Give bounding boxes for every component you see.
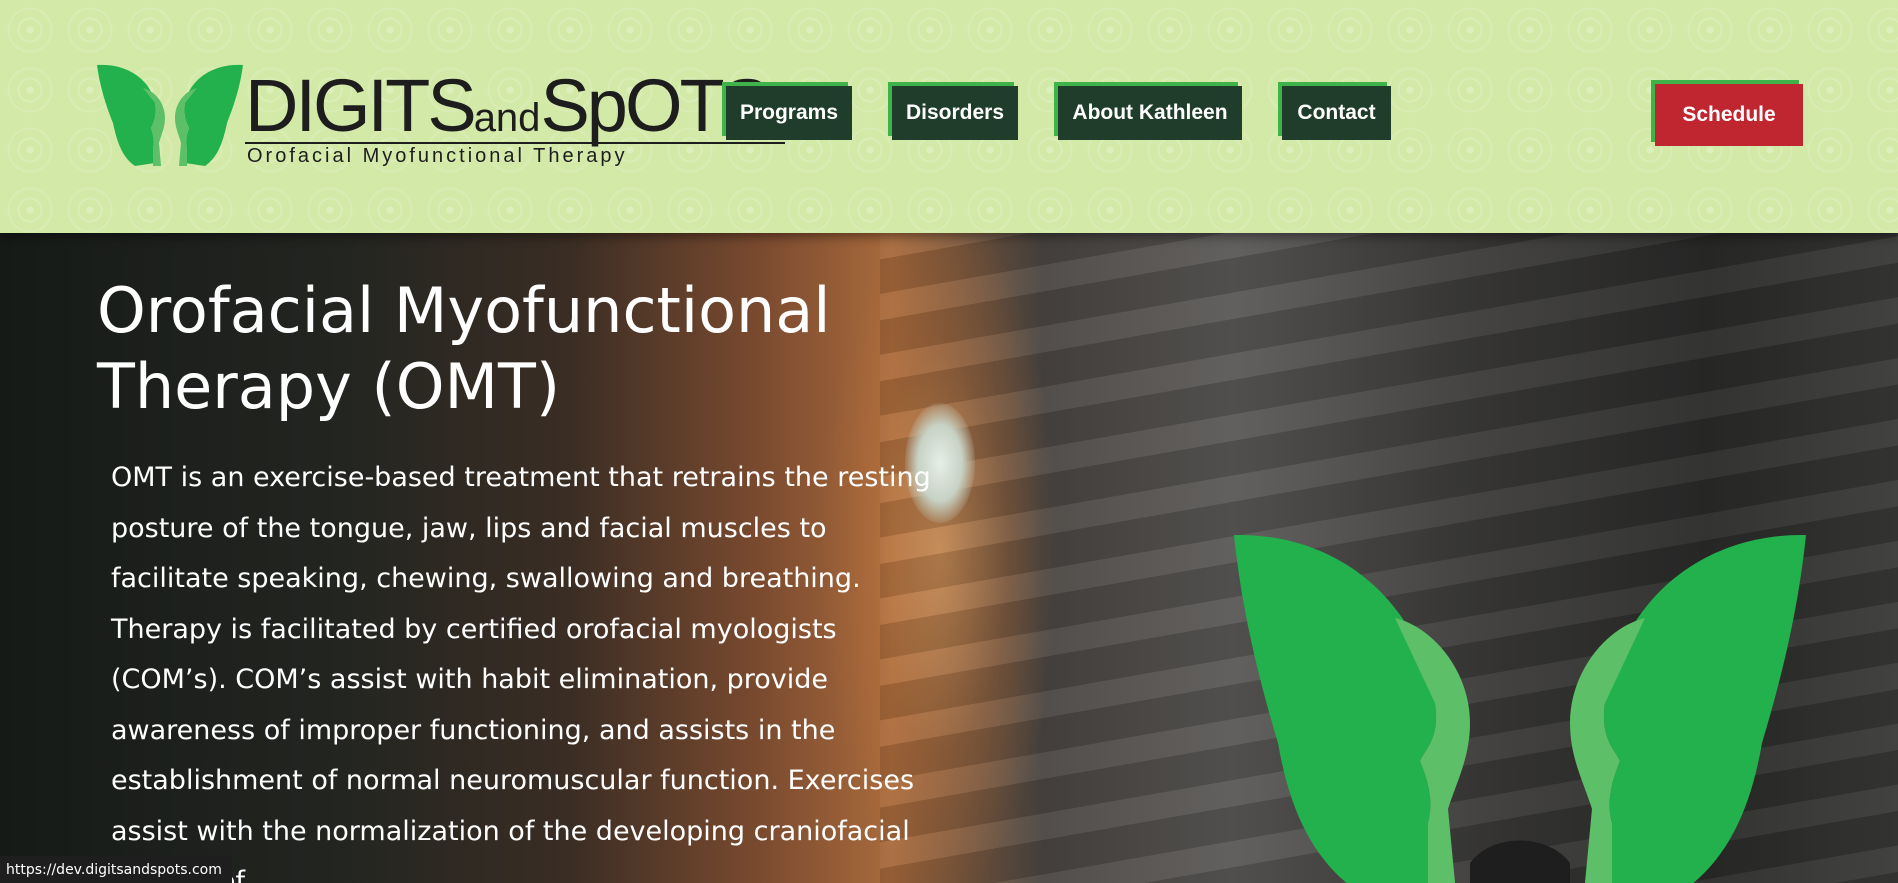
logo-word-digits: DIGITS (245, 64, 477, 147)
logo-wordmark: DIGITSandSpOTS (245, 69, 771, 143)
site-logo[interactable]: DIGITSandSpOTS Orofacial Myofunctional T… (95, 63, 785, 173)
nav-about-kathleen-button[interactable]: About Kathleen (1058, 86, 1242, 140)
nav-contact-button[interactable]: Contact (1282, 86, 1391, 140)
site-header: DIGITSandSpOTS Orofacial Myofunctional T… (0, 0, 1898, 233)
hero-description: OMT is an exercise-based treatment that … (111, 462, 931, 883)
nav-disorders-button[interactable]: Disorders (892, 86, 1018, 140)
butterfly-faces-hero-icon (1234, 534, 1806, 883)
hero-title: Orofacial Myofunctional Therapy (OMT) (97, 274, 831, 423)
logo-divider (245, 142, 785, 144)
logo-word-and: and (473, 96, 541, 140)
hero-section: Orofacial Myofunctional Therapy (OMT) OM… (0, 233, 1898, 883)
nav-programs-button[interactable]: Programs (726, 86, 852, 140)
logo-subtitle: Orofacial Myofunctional Therapy (247, 145, 628, 167)
schedule-button[interactable]: Schedule (1655, 84, 1803, 146)
butterfly-faces-logo-icon (97, 64, 243, 166)
status-bar-url: https://dev.digitsandspots.com (0, 856, 232, 883)
